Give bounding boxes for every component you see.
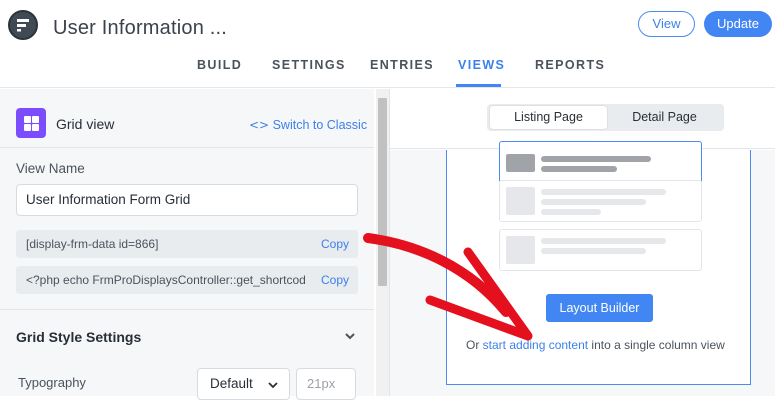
card-line	[541, 199, 646, 205]
card-thumbnail	[506, 236, 535, 264]
card-line	[541, 238, 666, 244]
top-bar: User Information ... View Update BUILD S…	[0, 0, 775, 88]
divider	[0, 309, 374, 310]
formidable-logo-icon[interactable]	[8, 10, 38, 40]
view-button[interactable]: View	[638, 11, 695, 37]
view-name-input[interactable]: User Information Form Grid	[16, 184, 358, 216]
start-adding-content-link[interactable]: start adding content	[483, 338, 588, 352]
tab-settings[interactable]: SETTINGS	[272, 58, 346, 72]
typography-label: Typography	[18, 375, 86, 390]
hint-text: into a single column view	[588, 338, 725, 352]
chevron-down-icon[interactable]	[343, 329, 357, 343]
card-line	[541, 156, 651, 162]
preview-card	[499, 141, 702, 183]
card-line	[541, 189, 666, 195]
tab-reports[interactable]: REPORTS	[535, 58, 605, 72]
update-button[interactable]: Update	[704, 11, 772, 37]
layout-builder-button[interactable]: Layout Builder	[546, 294, 653, 322]
tab-entries[interactable]: ENTRIES	[370, 58, 434, 72]
detail-page-toggle[interactable]: Detail Page	[607, 106, 722, 129]
grid-view-icon	[16, 108, 46, 138]
page-title: User Information ...	[53, 17, 228, 39]
tab-views[interactable]: VIEWS	[458, 58, 505, 72]
font-size-input[interactable]: 21px	[296, 368, 356, 400]
hint-text: Or	[466, 338, 483, 352]
view-type-label: Grid view	[56, 116, 115, 132]
chevron-down-icon	[268, 382, 278, 389]
grid-style-settings-heading[interactable]: Grid Style Settings	[16, 329, 141, 345]
php-shortcode-field: <?php echo FrmProDisplaysController::get…	[16, 266, 358, 294]
code-brackets-icon: <>	[249, 118, 270, 132]
card-line	[541, 248, 646, 254]
divider	[0, 147, 374, 148]
php-shortcode-text: <?php echo FrmProDisplaysController::get…	[26, 273, 306, 287]
card-line	[541, 166, 617, 172]
card-line	[541, 209, 601, 215]
tab-bar: BUILD SETTINGS ENTRIES VIEWS REPORTS	[0, 56, 775, 88]
tab-build[interactable]: BUILD	[197, 58, 242, 72]
switch-to-classic-link[interactable]: <> Switch to Classic	[249, 118, 367, 132]
card-thumbnail	[506, 154, 535, 172]
switch-to-classic-label: Switch to Classic	[272, 118, 368, 132]
preview-card	[499, 180, 702, 222]
copy-php-button[interactable]: Copy	[314, 266, 349, 294]
listing-page-toggle[interactable]: Listing Page	[490, 106, 607, 129]
sidebar-scrollbar-thumb[interactable]	[378, 98, 387, 286]
copy-shortcode-button[interactable]: Copy	[321, 230, 349, 258]
single-column-hint: Or start adding content into a single co…	[466, 338, 725, 352]
active-tab-indicator	[456, 84, 501, 87]
shortcode-text: [display-frm-data id=866]	[26, 237, 159, 251]
view-name-label: View Name	[16, 161, 85, 176]
card-thumbnail	[506, 187, 535, 215]
preview-card	[499, 229, 702, 271]
shortcode-field: [display-frm-data id=866] Copy	[16, 230, 358, 258]
